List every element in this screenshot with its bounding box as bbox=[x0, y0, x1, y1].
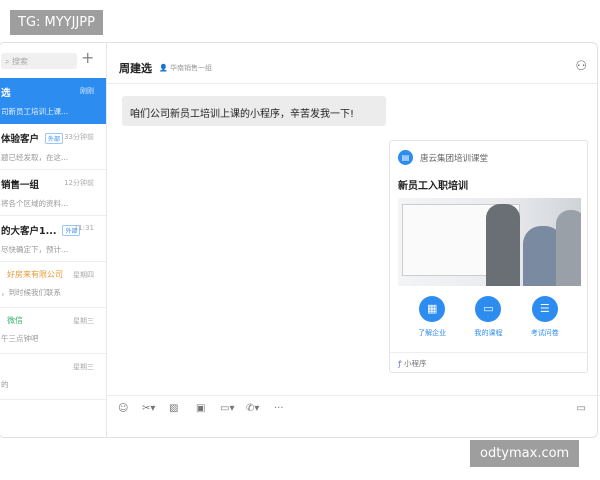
folder-icon[interactable]: ▭▾ bbox=[220, 403, 234, 414]
training-photo bbox=[398, 198, 581, 286]
course-icon: ▭ bbox=[475, 296, 502, 322]
search-icon: ⌕ bbox=[5, 57, 13, 66]
mini-program-card[interactable]: ▤ 唐云集团培训课堂 新员工入职培训 ▦ 了解企业 ▭ 我的课程 ☰ 考试问卷 ꝭ 小… bbox=[389, 140, 588, 373]
action-my-courses[interactable]: ▭ 我的课程 bbox=[463, 296, 513, 338]
chat-header: 周建选 👤 华南销售一组 ⚇ bbox=[107, 43, 597, 84]
person-icon: 👤 bbox=[159, 64, 170, 72]
phone-icon[interactable]: ✆▾ bbox=[246, 403, 259, 414]
watermark-top: TG: MYYJJPP bbox=[10, 10, 103, 35]
building-icon: ▦ bbox=[419, 296, 446, 322]
conversation-item[interactable]: 的大客户1... 外部 11:31 尽快确定下，预计... bbox=[0, 216, 106, 262]
screen-share-icon[interactable]: ▭ bbox=[577, 403, 586, 414]
questionnaire-icon: ☰ bbox=[531, 296, 558, 322]
word-doc-icon[interactable]: ▣ bbox=[196, 403, 205, 414]
contact-dept: 👤 华南销售一组 bbox=[159, 64, 212, 72]
conversation-item[interactable]: 体验客户 外部 33分钟前 题已经发取，在这... bbox=[0, 124, 106, 170]
action-exam[interactable]: ☰ 考试问卷 bbox=[520, 296, 570, 338]
contact-name: 周建选 bbox=[119, 62, 152, 75]
watermark-bottom: odtymax.com bbox=[470, 440, 580, 467]
conversation-item[interactable]: 选刚刚 司新员工培训上课... bbox=[0, 78, 106, 124]
conversation-sidebar: ⌕ 搜索 + 选刚刚 司新员工培训上课... 体验客户 外部 33分钟前 题已经发取，在… bbox=[0, 43, 107, 437]
emoji-icon[interactable]: ☺ bbox=[118, 403, 128, 414]
more-icon[interactable]: ··· bbox=[274, 403, 284, 414]
conversation-item[interactable]: 销售一组 12分钟前 将各个区域的资料... bbox=[0, 170, 106, 216]
image-icon[interactable]: ▨ bbox=[169, 403, 178, 414]
add-button[interactable]: + bbox=[81, 48, 94, 67]
search-input[interactable]: ⌕ 搜索 bbox=[1, 53, 77, 69]
message-bubble: 咱们公司新员工培训上课的小程序，辛苦发我一下! bbox=[122, 96, 386, 126]
conversation-item[interactable]: 微信 星期三 午三点钟吧 bbox=[0, 308, 106, 354]
scissors-icon[interactable]: ✂▾ bbox=[142, 403, 155, 414]
conversation-item[interactable]: 星期三的 bbox=[0, 354, 106, 400]
conversation-item[interactable]: 好房来有限公司 星期四 ，到时候我们联系 bbox=[0, 262, 106, 308]
add-member-icon[interactable]: ⚇ bbox=[575, 59, 587, 74]
document-icon: ▤ bbox=[398, 150, 413, 165]
action-about-company[interactable]: ▦ 了解企业 bbox=[407, 296, 457, 338]
input-toolbar: ☺ ✂▾ ▨ ▣ ▭▾ ✆▾ ··· ▭ bbox=[106, 395, 600, 438]
external-badge: 外部 bbox=[45, 133, 64, 144]
